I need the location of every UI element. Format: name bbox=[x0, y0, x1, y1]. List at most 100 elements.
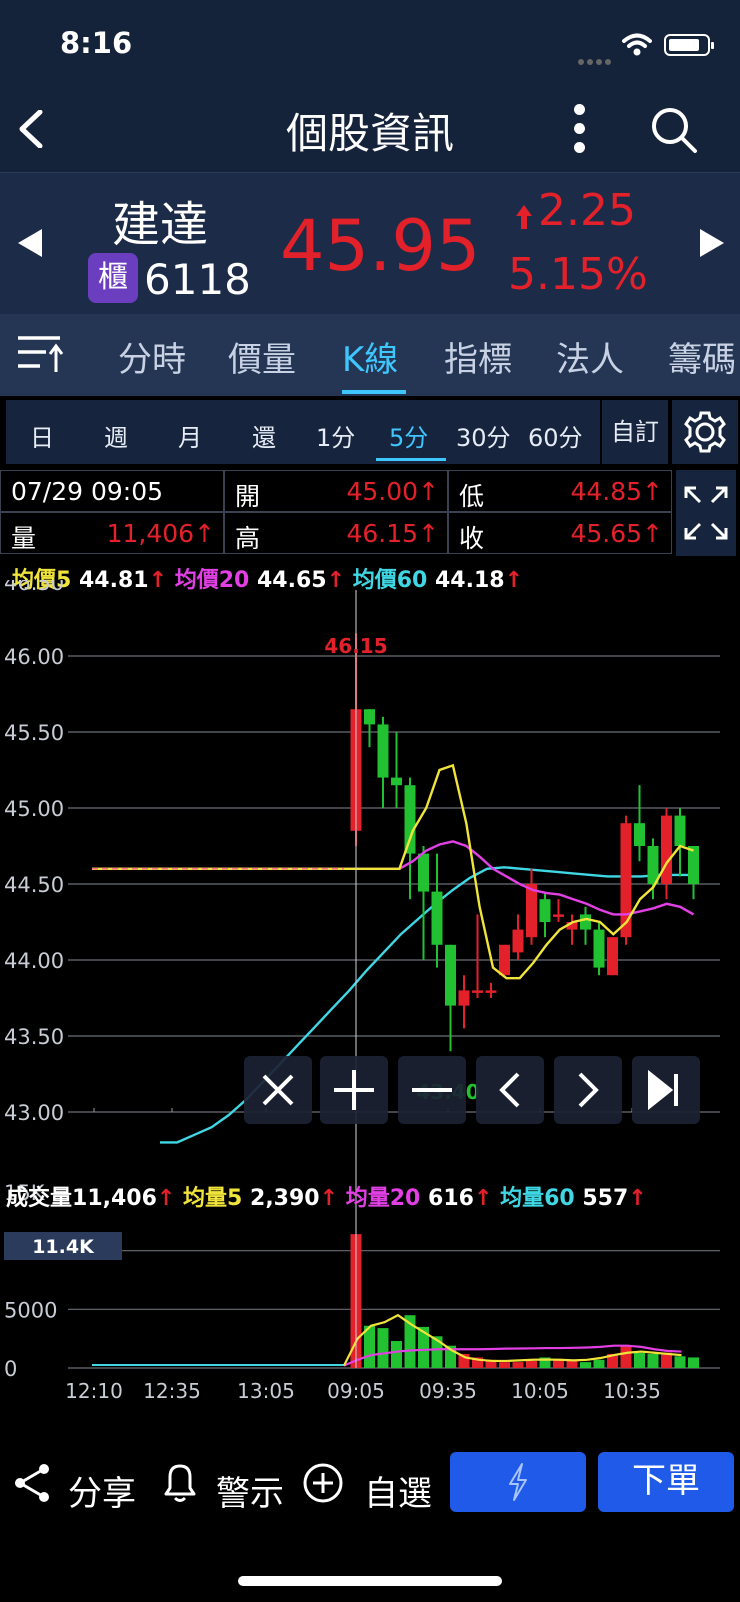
candle-body bbox=[472, 990, 483, 993]
candle-body bbox=[674, 815, 686, 846]
volume-bar bbox=[377, 1328, 389, 1368]
ma20-line bbox=[92, 840, 695, 916]
app-root: 8:16 個股資訊 建達 櫃 6118 45.95 2.25 5.15% 分時 … bbox=[0, 0, 740, 1602]
alert-label: 警示 bbox=[216, 1474, 284, 1514]
volume-bar bbox=[593, 1359, 605, 1368]
candle-body bbox=[445, 944, 456, 1006]
tab-institutional[interactable]: 法人 bbox=[556, 332, 624, 381]
place-order-button[interactable]: 下單 bbox=[598, 1452, 734, 1512]
fullscreen-button[interactable] bbox=[676, 470, 736, 556]
crosshair-volume-label: 11.4K bbox=[32, 1236, 95, 1258]
volume-bar bbox=[634, 1352, 645, 1368]
period-options bbox=[6, 400, 600, 464]
candle-body bbox=[580, 914, 591, 930]
share-icon bbox=[15, 1464, 49, 1502]
more-options-icon[interactable] bbox=[574, 104, 585, 161]
volume-legend: 成交量11,406↑ 均量5 2,390↑ 均量20 616↑ 均量60 557… bbox=[6, 1180, 647, 1212]
datetime-cell: 07/29 09:05 bbox=[0, 470, 224, 512]
vma20-label: 均量20 bbox=[345, 1186, 421, 1211]
tab-indicators[interactable]: 指標 bbox=[444, 332, 512, 381]
open-cell: 開 45.00↑ bbox=[224, 470, 448, 512]
vma5-label: 均量5 bbox=[183, 1186, 243, 1211]
tab-price-volume[interactable]: 價量 bbox=[228, 332, 296, 381]
time-tick-label: 12:10 bbox=[65, 1379, 123, 1403]
candle-body bbox=[526, 884, 537, 938]
price-tick-label: 44.00 bbox=[4, 949, 64, 973]
custom-period-button[interactable]: 自訂 bbox=[602, 400, 668, 464]
vma5-value: 2,390 bbox=[250, 1186, 320, 1211]
time-tick-label: 13:05 bbox=[237, 1379, 295, 1403]
price-tick-label: 43.00 bbox=[4, 1101, 64, 1125]
volume-bar bbox=[553, 1359, 564, 1368]
tab-time-share[interactable]: 分時 bbox=[118, 332, 186, 381]
candle-body bbox=[364, 709, 375, 725]
price-tick-label: 45.50 bbox=[4, 721, 64, 745]
home-indicator bbox=[238, 1576, 502, 1586]
tab-chips[interactable]: 籌碼 bbox=[668, 332, 736, 381]
quick-order-button[interactable] bbox=[450, 1452, 586, 1512]
previous-stock-arrow-icon[interactable] bbox=[18, 229, 42, 257]
close-cell: 收 45.65↑ bbox=[448, 512, 672, 554]
volume-value: 11,406↑ bbox=[106, 519, 215, 548]
low-label: 低 bbox=[459, 482, 485, 511]
scroll-right-button[interactable] bbox=[554, 1056, 622, 1124]
high-value: 46.15↑ bbox=[346, 519, 439, 548]
period-1min[interactable]: 1分 bbox=[316, 418, 355, 453]
period-week[interactable]: 週 bbox=[104, 418, 128, 453]
stock-quote-panel: 建達 櫃 6118 45.95 2.25 5.15% bbox=[0, 172, 740, 314]
candle-body bbox=[688, 846, 699, 884]
stock-name: 建達 bbox=[112, 197, 209, 253]
period-30min[interactable]: 30分 bbox=[456, 418, 511, 453]
candle-body bbox=[499, 944, 510, 976]
jump-to-latest-button[interactable] bbox=[632, 1056, 700, 1124]
share-button[interactable]: 分享 bbox=[10, 1448, 136, 1518]
add-circle-icon bbox=[303, 1463, 343, 1503]
stock-price: 45.95 bbox=[280, 205, 481, 287]
price-change: 2.25 bbox=[538, 185, 636, 236]
period-day[interactable]: 日 bbox=[30, 418, 54, 453]
high-label: 高 bbox=[235, 524, 261, 553]
gear-icon bbox=[684, 411, 726, 453]
close-crosshair-button[interactable] bbox=[244, 1056, 312, 1124]
candle-body bbox=[512, 929, 524, 953]
tab-k-line[interactable]: K線 bbox=[342, 332, 398, 381]
period-adjusted[interactable]: 還 bbox=[252, 418, 276, 453]
time-tick-label: 09:05 bbox=[327, 1379, 385, 1403]
volume-cell: 量 11,406↑ bbox=[0, 512, 224, 554]
search-icon[interactable] bbox=[650, 106, 698, 154]
candle-body bbox=[661, 815, 672, 884]
next-stock-arrow-icon[interactable] bbox=[700, 229, 724, 257]
period-selector: 日 週 月 還 1分 5分 30分 60分 自訂 bbox=[0, 396, 740, 468]
watchlist-button[interactable]: 自選 bbox=[302, 1448, 432, 1518]
battery-icon bbox=[664, 34, 714, 56]
high-annotation: 46.15 bbox=[324, 634, 387, 658]
volume-bar bbox=[526, 1360, 537, 1368]
open-value: 45.00↑ bbox=[346, 477, 439, 506]
zoom-in-button[interactable] bbox=[320, 1056, 388, 1124]
expand-icon bbox=[684, 486, 728, 540]
volume-bar bbox=[391, 1341, 402, 1368]
k-line-chart[interactable]: 46.50 46.00 45.50 45.00 44.50 44.00 43.50 43.00… bbox=[0, 580, 740, 1420]
volume-bar bbox=[580, 1362, 591, 1368]
up-arrow-icon bbox=[516, 205, 532, 229]
period-60min[interactable]: 60分 bbox=[528, 418, 583, 453]
candle-datetime: 07/29 09:05 bbox=[11, 477, 164, 506]
price-tick-label: 45.00 bbox=[4, 797, 64, 821]
price-tick-label: 44.50 bbox=[4, 873, 64, 897]
volume-bar bbox=[688, 1357, 699, 1368]
period-5min[interactable]: 5分 bbox=[389, 418, 428, 453]
close-label: 收 bbox=[459, 524, 485, 553]
vma60-label: 均量60 bbox=[500, 1186, 575, 1211]
cellular-signal-icon bbox=[578, 50, 614, 69]
zoom-out-button[interactable] bbox=[398, 1056, 466, 1124]
chart-settings-button[interactable] bbox=[672, 400, 738, 464]
alert-button[interactable]: 警示 bbox=[156, 1448, 286, 1518]
watchlist-label: 自選 bbox=[364, 1474, 432, 1514]
stock-code: 6118 bbox=[144, 255, 251, 304]
chart-tabs: 分時 價量 K線 指標 法人 籌碼 bbox=[0, 314, 740, 396]
app-header: 8:16 個股資訊 bbox=[0, 0, 740, 172]
candle-body bbox=[485, 990, 497, 993]
period-month[interactable]: 月 bbox=[178, 418, 202, 453]
sort-menu-icon[interactable] bbox=[16, 332, 66, 374]
scroll-left-button[interactable] bbox=[476, 1056, 544, 1124]
